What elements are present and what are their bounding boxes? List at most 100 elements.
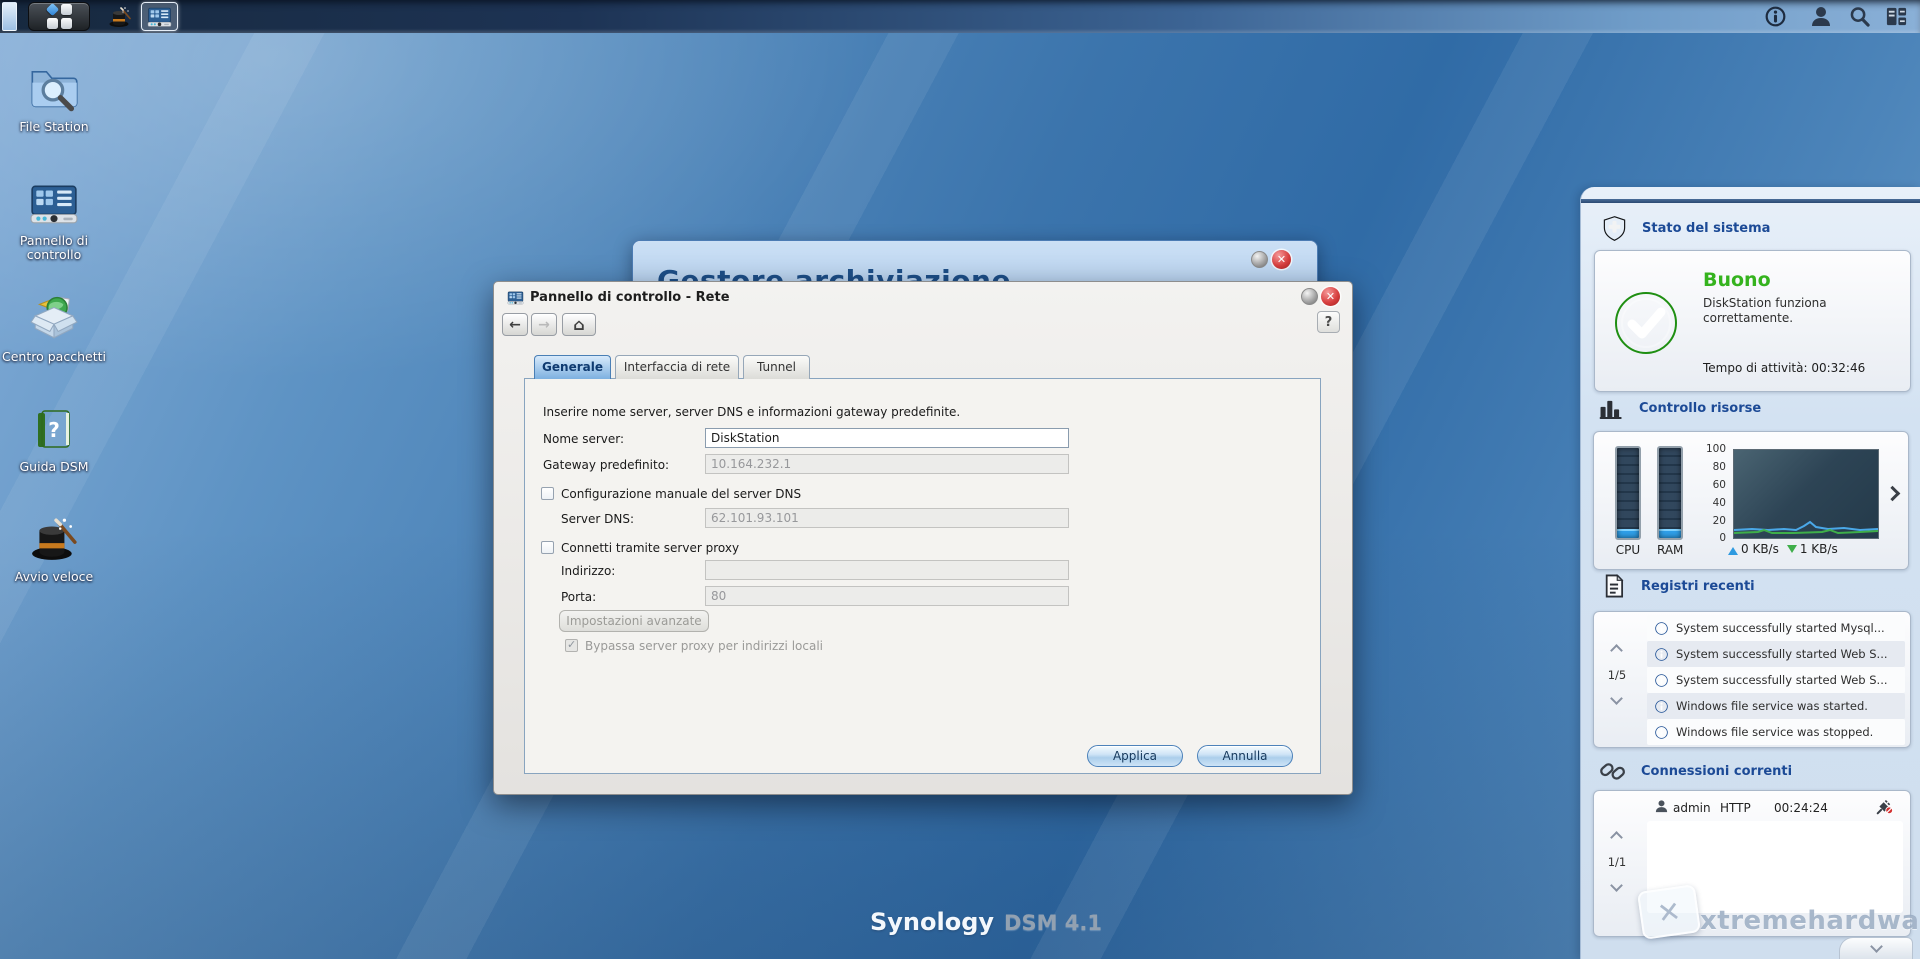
main-menu-button[interactable] xyxy=(28,2,90,31)
server-name-label: Nome server: xyxy=(543,432,624,446)
bypass-proxy-checkbox xyxy=(565,639,578,652)
desktop-icon-package-center[interactable]: Centro pacchetti xyxy=(2,294,106,364)
status-value: Buono xyxy=(1703,269,1771,291)
desktop-icon-label: Guida DSM xyxy=(2,460,106,474)
dialog-titlebar[interactable]: Pannello di controllo - Rete xyxy=(494,282,1352,312)
log-row: Windows file service was started. xyxy=(1647,693,1905,719)
port-label: Porta: xyxy=(561,590,596,604)
link-icon xyxy=(1599,757,1627,785)
widget-title: Registri recenti xyxy=(1641,579,1755,594)
resource-monitor-header: Controllo risorse xyxy=(1598,395,1761,422)
address-input xyxy=(705,560,1069,580)
info-dot-icon xyxy=(1655,674,1668,687)
watermark-logo: ✕ xyxy=(1637,884,1701,940)
tab-interfaccia-di-rete[interactable]: Interfaccia di rete xyxy=(615,355,739,379)
taskbar-app-control-panel[interactable] xyxy=(141,2,178,31)
logs-pager: 1/5 xyxy=(1602,668,1632,682)
connection-protocol: HTTP xyxy=(1720,801,1751,815)
network-lines xyxy=(1734,450,1878,538)
download-speed: 1 KB/s xyxy=(1800,542,1838,556)
close-icon[interactable] xyxy=(1321,287,1340,306)
disconnect-icon[interactable] xyxy=(1876,798,1893,815)
server-dns-label: Server DNS: xyxy=(561,512,634,526)
proxy-label: Connetti tramite server proxy xyxy=(561,541,739,555)
widget-title: Connessioni correnti xyxy=(1641,764,1792,779)
back-button[interactable] xyxy=(502,313,528,336)
pilot-view-button[interactable] xyxy=(1884,4,1909,29)
package-center-icon xyxy=(29,294,79,344)
general-tab-panel: Inserire nome server, server DNS e infor… xyxy=(524,378,1321,774)
log-row: Windows file service was stopped. xyxy=(1647,719,1905,745)
desktop-icon-label: Centro pacchetti xyxy=(2,350,106,364)
y-tick: 40 xyxy=(1696,497,1726,509)
y-tick: 20 xyxy=(1696,515,1726,527)
minimize-button[interactable] xyxy=(1301,288,1318,305)
upload-speed: 0 KB/s xyxy=(1741,542,1779,556)
search-icon xyxy=(1848,5,1871,28)
taskbar-app-quick-start[interactable] xyxy=(103,2,137,31)
address-label: Indirizzo: xyxy=(561,564,615,578)
recent-logs-header: Registri recenti xyxy=(1601,573,1755,599)
user-menu-button[interactable] xyxy=(1808,4,1833,29)
widget-title: Stato del sistema xyxy=(1642,221,1770,236)
dns-manual-checkbox[interactable] xyxy=(541,487,554,500)
log-row: System successfully started Mysql... xyxy=(1647,615,1905,641)
connection-user: admin xyxy=(1673,801,1711,815)
desktop-icon-quick-start[interactable]: Avvio veloce xyxy=(2,514,106,584)
logs-page-down-icon[interactable] xyxy=(1610,692,1623,705)
show-desktop-button[interactable] xyxy=(2,2,17,31)
tab-tunnel[interactable]: Tunnel xyxy=(743,355,810,379)
upload-arrow-icon xyxy=(1728,542,1738,555)
log-row: System successfully started Web S... xyxy=(1647,641,1905,667)
widget-panel: Stato del sistema Buono DiskStation funz… xyxy=(1580,187,1920,959)
collapse-widget-panel-button[interactable] xyxy=(1839,937,1913,959)
gateway-input xyxy=(705,454,1069,474)
info-dot-icon xyxy=(1655,622,1668,635)
logs-page-up-icon[interactable] xyxy=(1610,644,1623,657)
home-button[interactable] xyxy=(562,313,596,336)
uptime-text: Tempo di attività: 00:32:46 xyxy=(1703,361,1865,375)
dsm-version: DSM 4.1 xyxy=(1004,911,1102,935)
synology-logo: SynologyDSM 4.1 xyxy=(870,908,1102,936)
open-resource-monitor-chevron-icon[interactable] xyxy=(1885,486,1901,502)
desktop-icon-control-panel[interactable]: Pannello di controllo xyxy=(2,178,106,262)
info-dot-icon xyxy=(1655,700,1668,713)
forward-button[interactable] xyxy=(531,313,557,336)
close-icon[interactable] xyxy=(1272,250,1291,269)
desktop-icon-dsm-help[interactable]: Guida DSM xyxy=(2,406,106,474)
connections-page-up-icon[interactable] xyxy=(1610,831,1623,844)
control-panel-network-dialog: Pannello di controllo - Rete ? Generale … xyxy=(493,281,1353,795)
user-icon xyxy=(1809,5,1833,29)
status-message: DiskStation funziona correttamente. xyxy=(1703,296,1883,326)
info-dot-icon xyxy=(1655,726,1668,739)
status-ok-icon xyxy=(1614,291,1678,355)
system-info-button[interactable] xyxy=(1763,4,1788,29)
desktop-icon-file-station[interactable]: File Station xyxy=(2,62,106,134)
desktop-icon-label: Avvio veloce xyxy=(2,570,106,584)
bypass-proxy-label: Bypassa server proxy per indirizzi local… xyxy=(585,639,823,653)
tab-generale[interactable]: Generale xyxy=(534,355,611,379)
apply-button[interactable]: Applica xyxy=(1087,745,1183,767)
widget-title: Controllo risorse xyxy=(1639,401,1761,416)
server-name-input[interactable] xyxy=(705,428,1069,448)
connections-page-down-icon[interactable] xyxy=(1610,879,1623,892)
proxy-checkbox[interactable] xyxy=(541,541,554,554)
resource-monitor-card: CPU RAM 100 80 60 40 20 0 0 KB/s1 KB/s xyxy=(1593,431,1909,570)
help-button[interactable]: ? xyxy=(1317,311,1340,333)
connection-time: 00:24:24 xyxy=(1774,801,1828,815)
dsm-desktop: File Station Pannello di controllo Centr… xyxy=(0,0,1920,959)
dialog-title: Pannello di controllo - Rete xyxy=(530,290,730,305)
user-small-icon xyxy=(1654,799,1669,814)
cancel-button[interactable]: Annulla xyxy=(1197,745,1293,767)
system-status-header: Stato del sistema xyxy=(1601,215,1770,242)
system-status-card: Buono DiskStation funziona correttamente… xyxy=(1594,250,1911,392)
gateway-label: Gateway predefinito: xyxy=(543,458,669,472)
search-button[interactable] xyxy=(1847,4,1872,29)
main-menu-icon xyxy=(47,4,72,29)
dsm-help-icon xyxy=(30,406,78,454)
magic-hat-icon xyxy=(29,514,79,564)
recent-logs-card: 1/5 System successfully started Mysql...… xyxy=(1593,611,1911,748)
minimize-button[interactable] xyxy=(1251,251,1268,268)
watermark-text: xtremehardware.com xyxy=(1700,906,1920,936)
desktop-icon-label: File Station xyxy=(2,120,106,134)
